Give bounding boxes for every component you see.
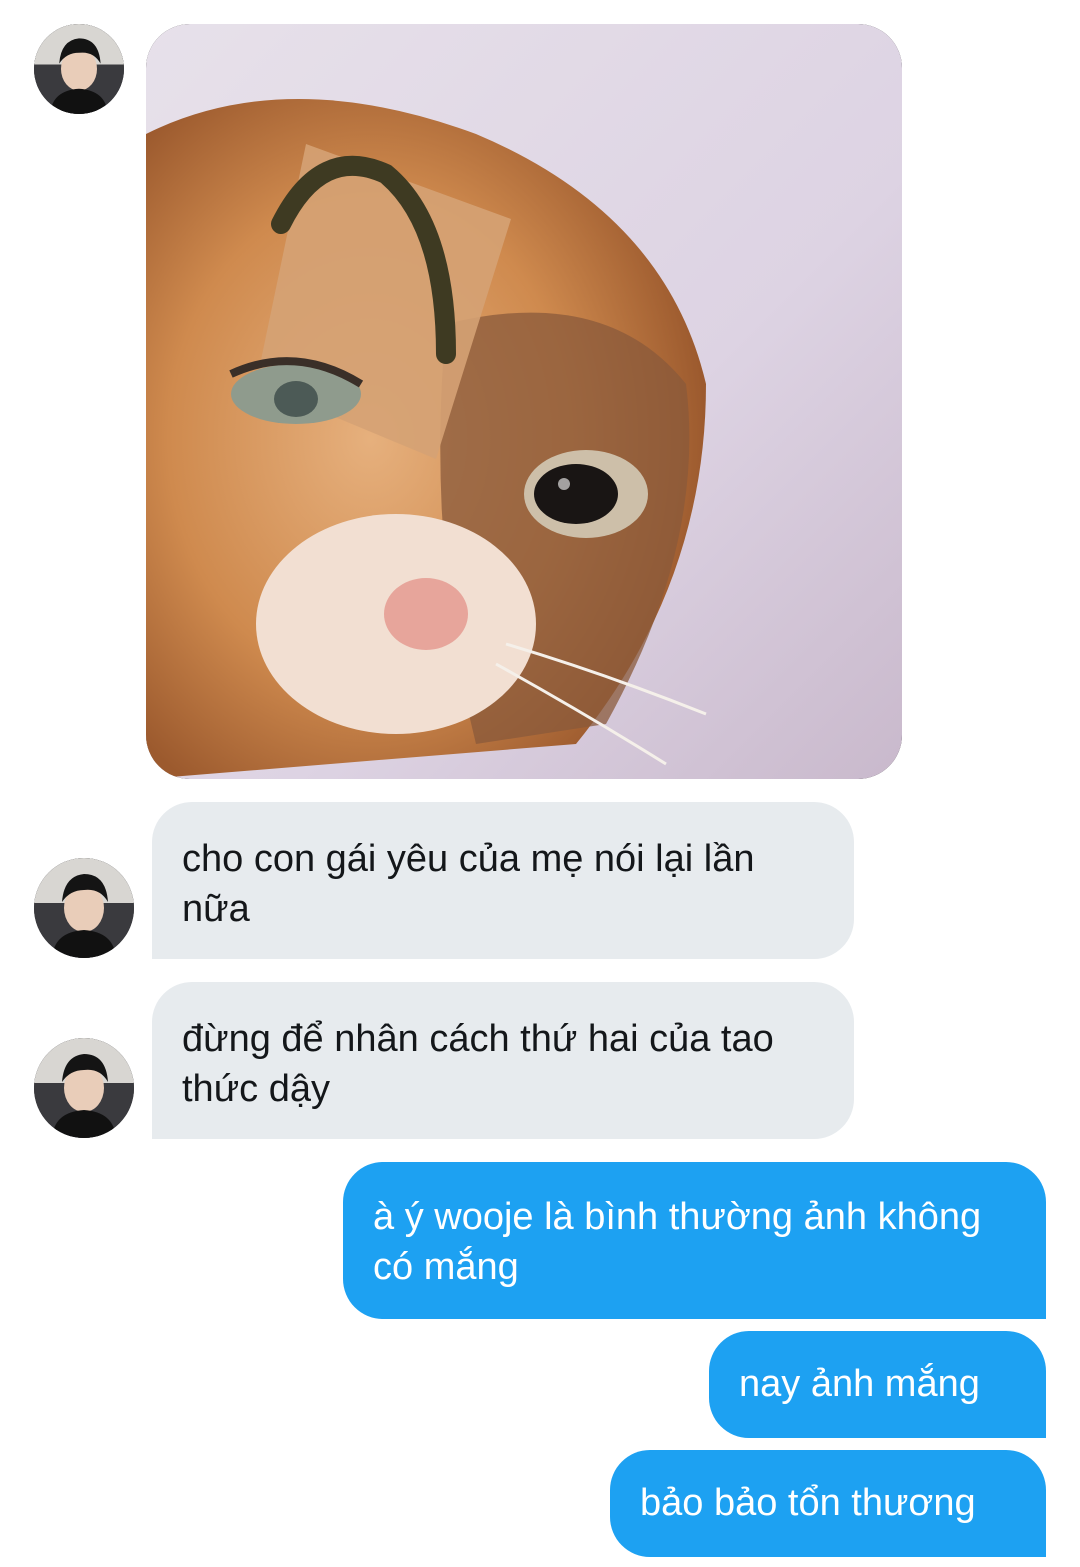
message-bubble-outgoing[interactable]: nay ảnh mắng: [709, 1331, 1046, 1438]
avatar-portrait-icon: [34, 1038, 134, 1138]
photo-icon: [146, 24, 902, 779]
message-bubble-outgoing[interactable]: à ý wooje là bình thường ảnh không có mắ…: [343, 1162, 1046, 1319]
message-text: đừng để nhân cách thứ hai của tao thức d…: [182, 1018, 774, 1110]
message-text: bảo bảo tổn thương: [640, 1482, 976, 1524]
message-text: cho con gái yêu của mẹ nói lại lần nữa: [182, 838, 755, 930]
shared-image[interactable]: [146, 24, 902, 779]
message-text: nay ảnh mắng: [739, 1363, 980, 1405]
message-text: à ý wooje là bình thường ảnh không có mắ…: [373, 1196, 982, 1288]
sender-avatar[interactable]: [34, 858, 134, 958]
message-bubble-incoming[interactable]: cho con gái yêu của mẹ nói lại lần nữa: [152, 802, 854, 959]
message-bubble-incoming[interactable]: đừng để nhân cách thứ hai của tao thức d…: [152, 982, 854, 1139]
sender-avatar[interactable]: [34, 24, 124, 114]
sender-avatar[interactable]: [34, 1038, 134, 1138]
message-bubble-outgoing[interactable]: bảo bảo tổn thương: [610, 1450, 1046, 1557]
avatar-portrait-icon: [34, 24, 124, 114]
avatar-portrait-icon: [34, 858, 134, 958]
